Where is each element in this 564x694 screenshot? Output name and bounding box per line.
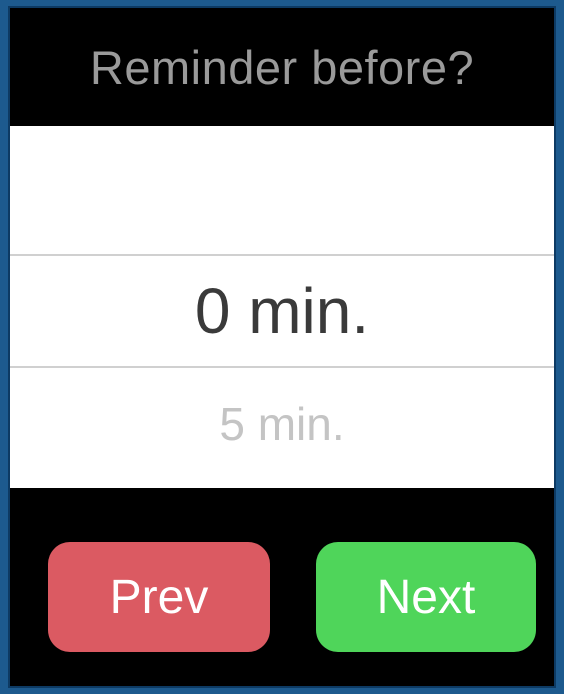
- picker-row-selected[interactable]: 0 min.: [10, 254, 554, 368]
- next-value: 5 min.: [219, 398, 345, 450]
- picker-row-empty[interactable]: [10, 126, 554, 254]
- time-picker[interactable]: 0 min. 5 min.: [10, 126, 554, 488]
- picker-row-next[interactable]: 5 min.: [10, 368, 554, 488]
- prev-button[interactable]: Prev: [48, 542, 270, 652]
- reminder-screen: Reminder before? 0 min. 5 min. Prev Next: [8, 6, 556, 688]
- selected-value: 0 min.: [194, 275, 370, 347]
- next-button[interactable]: Next: [316, 542, 536, 652]
- page-title: Reminder before?: [89, 40, 475, 94]
- prev-button-label: Prev: [109, 570, 209, 624]
- header: Reminder before?: [10, 8, 554, 126]
- next-button-label: Next: [376, 570, 476, 624]
